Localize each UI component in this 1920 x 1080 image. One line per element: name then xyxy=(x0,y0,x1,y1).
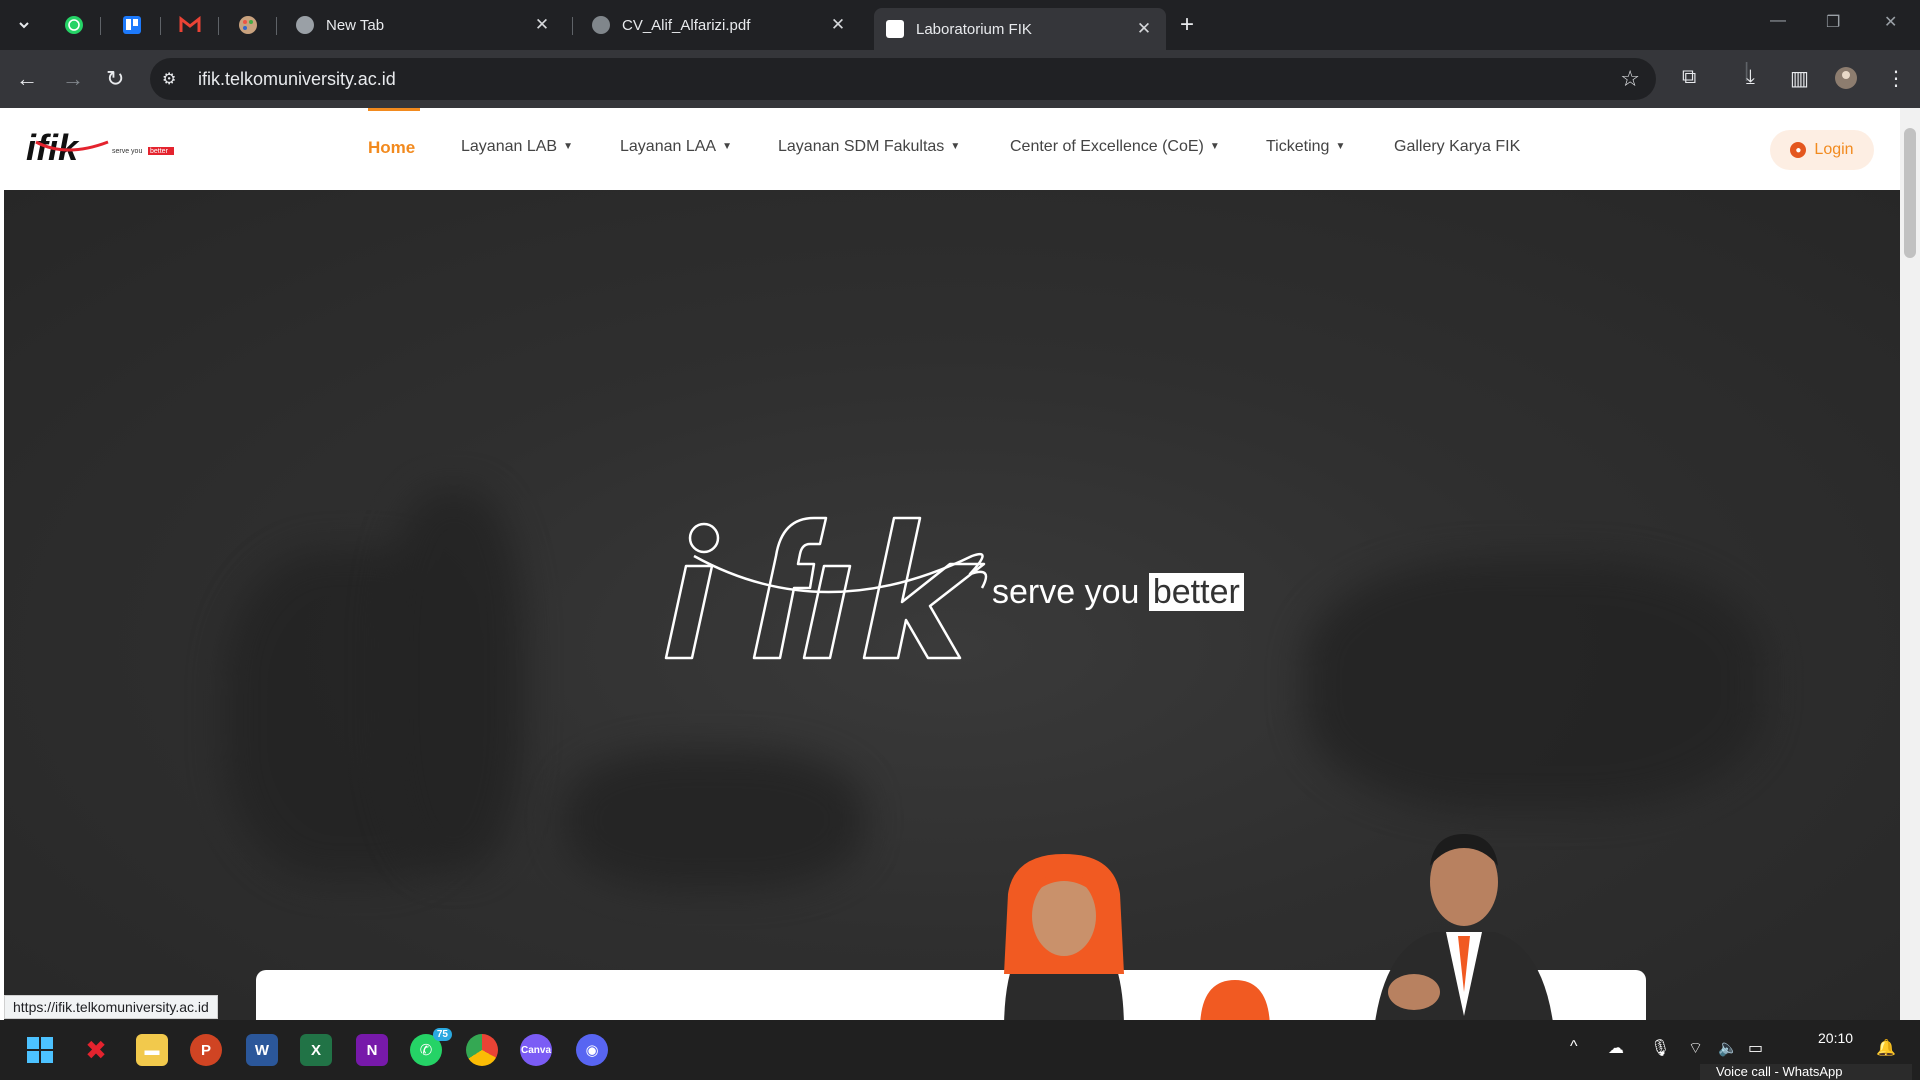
page-scrollbar[interactable] xyxy=(1900,108,1920,1020)
word-icon[interactable]: W xyxy=(246,1034,278,1066)
bookmark-star-icon[interactable]: ☆ xyxy=(1620,66,1640,92)
new-tab-button[interactable]: + xyxy=(1180,11,1194,39)
close-tab-icon[interactable]: ✕ xyxy=(828,15,848,35)
xmind-app-icon[interactable]: ✖ xyxy=(80,1034,112,1066)
wifi-icon[interactable]: ⌔ xyxy=(1688,1038,1703,1058)
powerpoint-icon[interactable]: P xyxy=(190,1034,222,1066)
person-photo-woman xyxy=(1004,854,1124,1020)
person-photo-child xyxy=(1200,980,1270,1020)
link-status-bar: https://ifik.telkomuniversity.ac.id xyxy=(4,995,218,1019)
svg-text:serve you: serve you xyxy=(112,148,142,155)
voice-call-notification[interactable]: Voice call - WhatsApp xyxy=(1700,1064,1912,1080)
onenote-icon[interactable]: N xyxy=(356,1034,388,1066)
nav-layanan-laa-label: Layanan LAA xyxy=(620,138,717,155)
hero-banner: serve you better xyxy=(4,190,1900,1020)
excel-icon[interactable]: X xyxy=(300,1034,332,1066)
tab-search-dropdown-icon[interactable] xyxy=(8,10,40,40)
whatsapp-taskbar-icon[interactable]: ✆ 75 xyxy=(410,1028,452,1066)
tab-title: New Tab xyxy=(326,16,385,34)
close-window-icon[interactable]: ✕ xyxy=(1884,12,1897,32)
extensions-icon[interactable]: ⧉ xyxy=(1682,66,1696,89)
canva-icon[interactable]: Canva xyxy=(520,1034,552,1066)
login-label: Login xyxy=(1814,141,1854,158)
download-icon[interactable]: ⤓ xyxy=(1746,66,1755,89)
notification-bell-icon[interactable]: 🔔 xyxy=(1876,1038,1896,1058)
windows-start-icon[interactable] xyxy=(24,1034,56,1066)
browser-tab-bar: New Tab ✕ CV_Alif_Alfarizi.pdf ✕ Laborat… xyxy=(0,0,1920,50)
fik-favicon-icon xyxy=(886,20,904,38)
palette-pinned-tab-icon[interactable] xyxy=(232,10,264,40)
restore-icon[interactable]: ❐ xyxy=(1826,12,1840,32)
gmail-pinned-tab-icon[interactable] xyxy=(174,10,206,40)
reload-icon[interactable]: ↻ xyxy=(106,66,124,92)
tab-new-tab[interactable]: New Tab ✕ xyxy=(284,8,564,42)
windows-taskbar: ✖ ▬ P W X N ✆ 75 Canva ◉ ^ ☁ 🎙 ⌔ 🔈 ▭ 20:… xyxy=(0,1020,1920,1080)
caret-down-icon: ▼ xyxy=(1209,141,1220,152)
discord-icon[interactable]: ◉ xyxy=(576,1034,608,1066)
tab-title: CV_Alif_Alfarizi.pdf xyxy=(622,16,751,34)
nav-ticketing-label: Ticketing xyxy=(1266,138,1330,155)
ifik-logo[interactable]: ifik serve you better xyxy=(26,128,181,168)
globe-icon xyxy=(592,16,610,34)
caret-down-icon: ▼ xyxy=(722,141,732,152)
nav-layanan-sdm-label: Layanan SDM Fakultas xyxy=(778,138,945,155)
nav-coe[interactable]: Center of Excellence (CoE) ▼ xyxy=(1010,138,1220,156)
caret-down-icon: ▼ xyxy=(563,141,573,152)
tagline-part2: better xyxy=(1148,573,1244,611)
side-panel-icon[interactable]: ▥ xyxy=(1790,66,1809,91)
caret-down-icon: ▼ xyxy=(1335,141,1346,152)
nav-home-label: Home xyxy=(368,138,416,157)
nav-gallery[interactable]: Gallery Karya FIK xyxy=(1394,138,1520,156)
active-nav-indicator xyxy=(368,108,420,111)
nav-ticketing[interactable]: Ticketing ▼ xyxy=(1266,138,1345,156)
battery-icon[interactable]: ▭ xyxy=(1748,1038,1763,1058)
site-navbar: ifik serve you better Home Layanan LAB ▼ … xyxy=(4,108,1900,190)
web-page: ifik serve you better Home Layanan LAB ▼ … xyxy=(4,108,1900,1020)
volume-icon[interactable]: 🔈 xyxy=(1718,1038,1738,1058)
nav-coe-label: Center of Excellence (CoE) xyxy=(1010,138,1204,155)
chrome-taskbar-icon[interactable] xyxy=(466,1034,498,1066)
close-tab-icon[interactable]: ✕ xyxy=(532,15,552,35)
trello-pinned-tab-icon[interactable] xyxy=(116,10,148,40)
hero-tagline: serve you better xyxy=(992,573,1244,612)
nav-layanan-sdm[interactable]: Layanan SDM Fakultas ▼ xyxy=(778,138,960,156)
user-circle-icon: ● xyxy=(1790,142,1807,158)
tagline-part1: serve you xyxy=(992,573,1140,611)
tab-cv-pdf[interactable]: CV_Alif_Alfarizi.pdf ✕ xyxy=(580,8,860,42)
forward-arrow-icon[interactable]: → xyxy=(62,66,84,92)
nav-gallery-label: Gallery Karya FIK xyxy=(1394,138,1521,155)
taskbar-clock[interactable]: 20:10 xyxy=(1818,1030,1853,1046)
caret-down-icon: ▼ xyxy=(950,141,961,152)
file-explorer-icon[interactable]: ▬ xyxy=(136,1034,168,1066)
nav-home[interactable]: Home xyxy=(368,138,415,158)
nav-layanan-lab[interactable]: Layanan LAB ▼ xyxy=(461,138,573,156)
menu-kebab-icon[interactable]: ⋮ xyxy=(1886,66,1906,91)
show-hidden-icons-chevron-icon[interactable]: ^ xyxy=(1570,1038,1578,1056)
browser-toolbar: ← → ↻ ⚙ ifik.telkomuniversity.ac.id ☆ ⧉ … xyxy=(0,50,1920,108)
close-tab-icon[interactable]: ✕ xyxy=(1134,19,1154,39)
url-text: ifik.telkomuniversity.ac.id xyxy=(198,68,396,89)
chrome-icon xyxy=(296,16,314,34)
onedrive-cloud-icon[interactable]: ☁ xyxy=(1608,1038,1624,1058)
microphone-icon[interactable]: 🎙 xyxy=(1650,1038,1670,1058)
back-arrow-icon[interactable]: ← xyxy=(16,66,38,92)
login-button[interactable]: ● Login xyxy=(1770,130,1874,170)
whatsapp-unread-badge: 75 xyxy=(432,1028,452,1041)
tab-title: Laboratorium FIK xyxy=(916,20,1032,38)
site-info-icon[interactable]: ⚙ xyxy=(162,69,192,89)
tab-laboratorium-fik[interactable]: Laboratorium FIK ✕ xyxy=(874,8,1166,50)
whatsapp-pinned-tab-icon[interactable] xyxy=(58,10,90,40)
minimize-icon[interactable]: — xyxy=(1770,12,1786,30)
address-bar[interactable]: ⚙ ifik.telkomuniversity.ac.id ☆ xyxy=(150,58,1656,100)
person-photo-man xyxy=(1375,834,1553,1020)
nav-layanan-lab-label: Layanan LAB xyxy=(461,138,558,155)
scrollbar-thumb[interactable] xyxy=(1904,128,1916,258)
nav-layanan-laa[interactable]: Layanan LAA ▼ xyxy=(620,138,732,156)
profile-avatar-icon[interactable] xyxy=(1834,66,1858,96)
svg-text:better: better xyxy=(150,148,169,155)
